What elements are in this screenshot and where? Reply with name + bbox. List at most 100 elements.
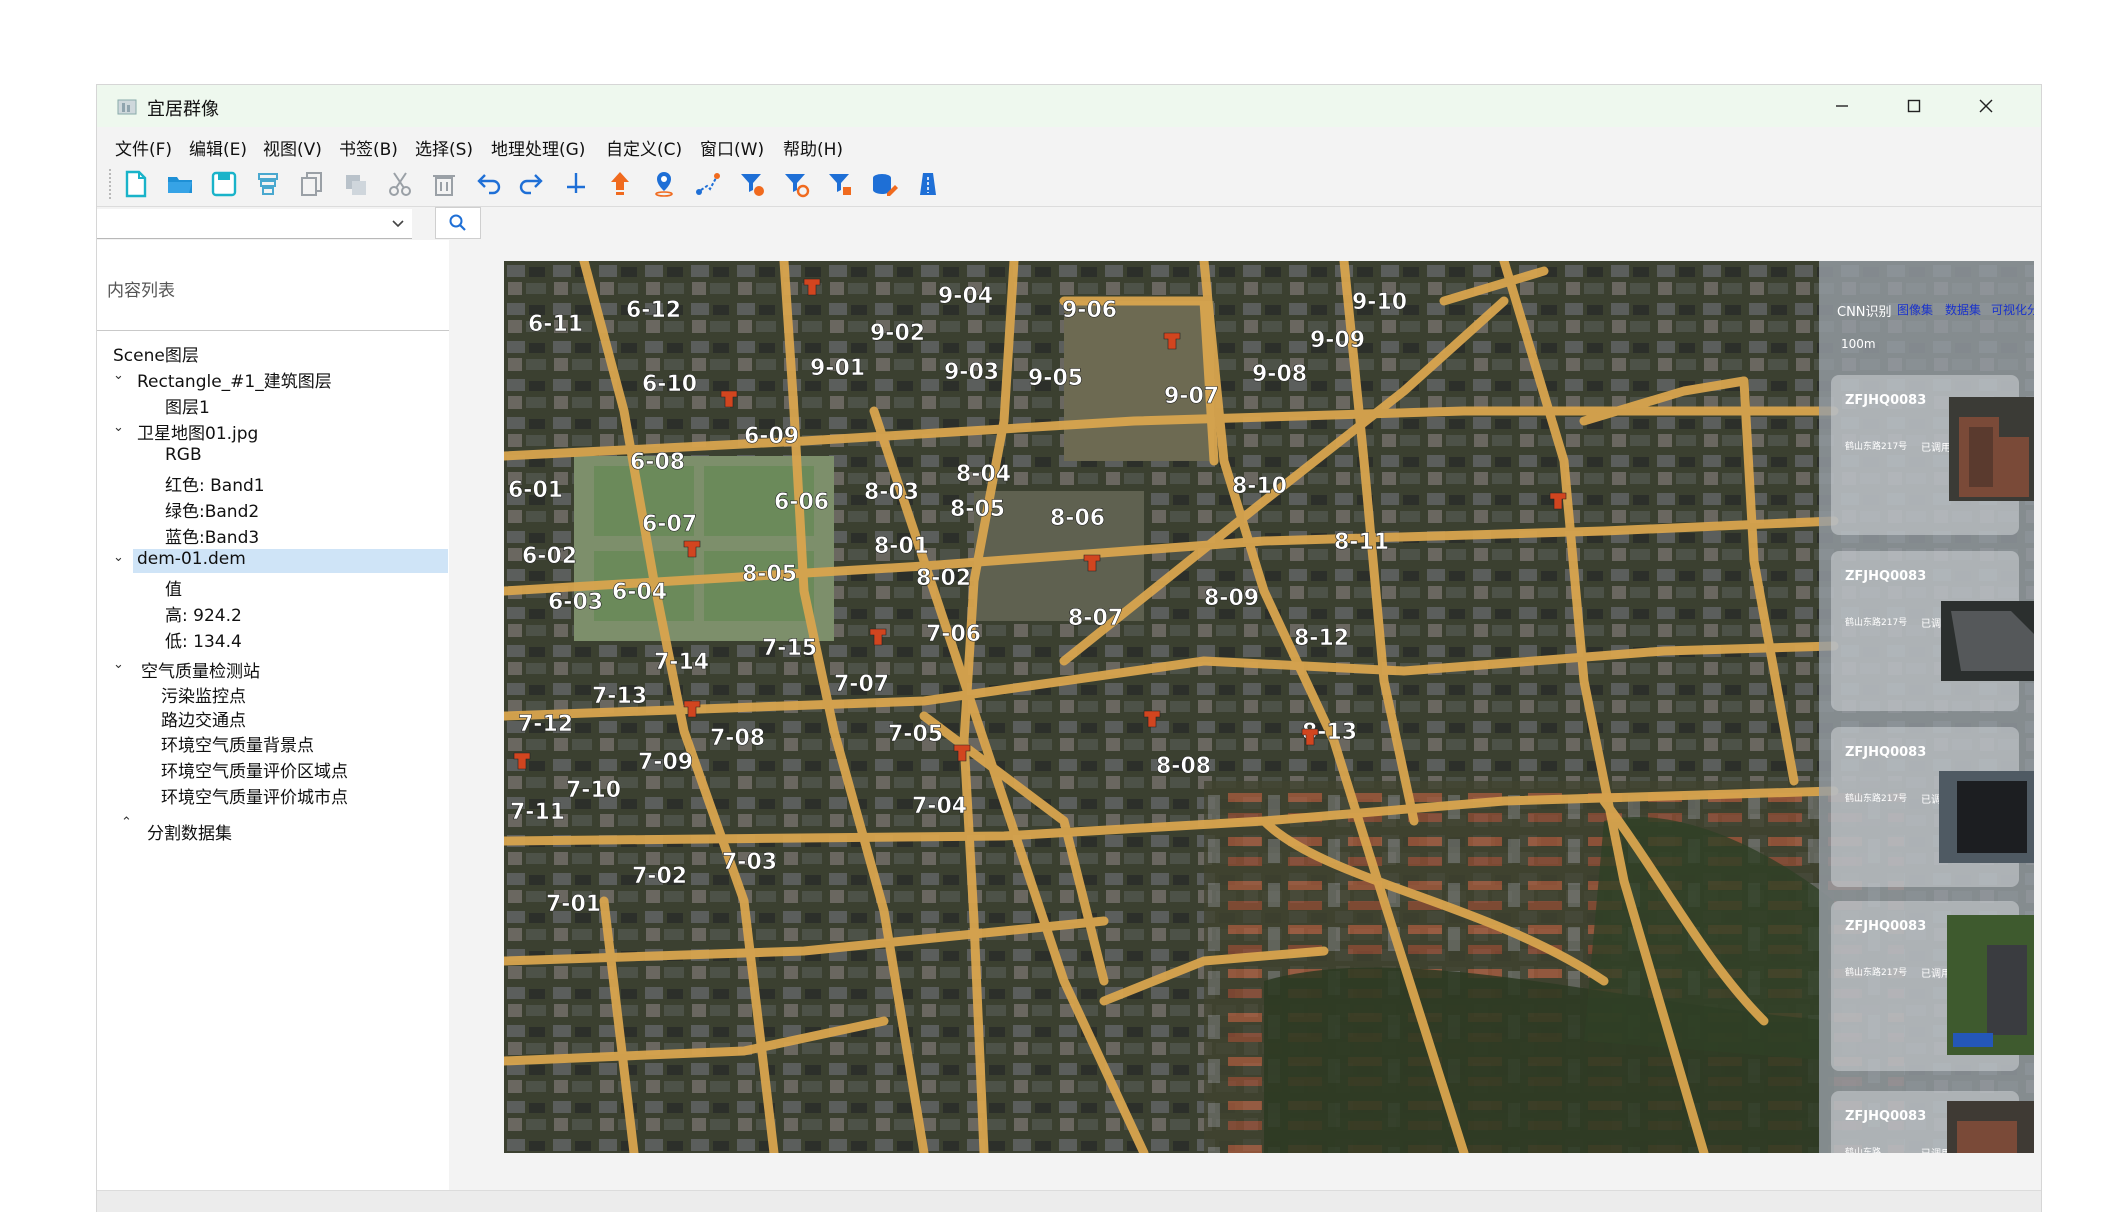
tab-visual-analysis[interactable]: 可视化分析 xyxy=(1991,301,2034,318)
chevron-down-icon[interactable]: ⌄ xyxy=(113,657,124,672)
menu-window[interactable]: 窗口(W) xyxy=(700,135,764,160)
undo-button[interactable] xyxy=(471,167,505,201)
result-card[interactable]: ZFJHQ0083 鹤山东路217号 已调用 xyxy=(1831,901,2034,1071)
card-address: 鹤山东路217号 xyxy=(1845,968,1908,978)
menu-view[interactable]: 视图(V) xyxy=(263,135,322,160)
search-button[interactable] xyxy=(435,207,481,239)
tree-node-layer1[interactable]: 图层1 xyxy=(165,393,210,418)
chevron-down-icon[interactable]: ⌄ xyxy=(113,368,124,383)
menu-bar: 文件(F) 编辑(E) 视图(V) 书签(B) 选择(S) 地理处理(G) 自定… xyxy=(97,127,2041,161)
block-label: 7-06 xyxy=(926,622,981,647)
menu-file[interactable]: 文件(F) xyxy=(115,135,172,160)
search-icon xyxy=(449,214,466,231)
title-bar: 宜居群像 xyxy=(97,85,2041,127)
filter-stack-button[interactable] xyxy=(735,167,769,201)
block-label: 7-08 xyxy=(710,726,765,751)
toolbar xyxy=(97,161,2041,207)
result-card[interactable]: ZFJHQ0083 鹤山东路217号 已调用 xyxy=(1831,551,2034,711)
menu-bookmark[interactable]: 书签(B) xyxy=(339,135,398,160)
layer-combo[interactable] xyxy=(97,209,412,239)
pin-down-button[interactable] xyxy=(559,167,593,201)
location-button[interactable] xyxy=(647,167,681,201)
tree-node-pollution-point[interactable]: 污染监控点 xyxy=(161,682,246,707)
block-label: 9-10 xyxy=(1352,290,1407,315)
menu-select[interactable]: 选择(S) xyxy=(415,135,473,160)
block-label: 7-15 xyxy=(762,636,817,661)
tree-node-satellite-map[interactable]: 卫星地图01.jpg xyxy=(137,419,258,444)
satellite-map[interactable]: 6-11 6-12 9-04 9-06 9-10 9-02 9-09 9-01 9-03 9-05… xyxy=(504,261,2034,1153)
satellite-map-view[interactable]: 6-11 6-12 9-04 9-06 9-10 9-02 9-09 9-01 9-03 9-05… xyxy=(504,261,2034,1153)
card-address: 鹤山东路 xyxy=(1845,1148,1882,1153)
pin-down-icon xyxy=(567,173,585,193)
tab-image-set[interactable]: 图像集 xyxy=(1897,301,1933,318)
tree-node-dem[interactable]: dem-01.dem xyxy=(137,549,246,569)
upload-button[interactable] xyxy=(603,167,637,201)
layer-stack-button[interactable] xyxy=(251,167,285,201)
ruler-button[interactable] xyxy=(911,167,945,201)
filter-edit-button[interactable] xyxy=(779,167,813,201)
save-button[interactable] xyxy=(207,167,241,201)
paste-icon xyxy=(346,175,366,195)
minimize-icon xyxy=(1836,105,1848,107)
result-card[interactable]: ZFJHQ0083 鹤山东路217号 已调用 xyxy=(1831,375,2034,535)
app-icon xyxy=(117,99,137,115)
tab-cnn[interactable]: CNN识别 xyxy=(1837,301,1892,320)
paste-button[interactable] xyxy=(339,167,373,201)
block-label: 8-12 xyxy=(1294,626,1349,651)
chevron-down-icon[interactable]: ⌄ xyxy=(113,550,124,565)
building-thumbnail xyxy=(1949,397,2034,501)
block-label: 7-10 xyxy=(566,778,621,803)
route-button[interactable] xyxy=(691,167,725,201)
tree-node-segment-dataset[interactable]: 分割数据集 xyxy=(147,819,232,844)
delete-button[interactable] xyxy=(427,167,461,201)
block-label: 8-05 xyxy=(742,562,797,587)
block-label: 8-03 xyxy=(864,480,919,505)
building-thumbnail xyxy=(1947,915,2034,1055)
block-label: 6-10 xyxy=(642,372,697,397)
chevron-up-icon[interactable]: ⌃ xyxy=(121,815,132,830)
redo-icon xyxy=(519,174,543,195)
toolbar-grip[interactable] xyxy=(109,169,111,199)
menu-customize[interactable]: 自定义(C) xyxy=(606,135,682,160)
block-label: 6-08 xyxy=(630,450,685,475)
new-file-button[interactable] xyxy=(119,167,153,201)
open-button[interactable] xyxy=(163,167,197,201)
copy-button[interactable] xyxy=(295,167,329,201)
result-card[interactable]: ZFJHQ0083 鹤山东路 已调用 xyxy=(1831,1091,2034,1153)
route-icon xyxy=(696,173,720,195)
filter-button[interactable] xyxy=(823,167,857,201)
tree-node-building-layer[interactable]: Rectangle_#1_建筑图层 xyxy=(137,367,332,392)
tree-node-rgb: RGB xyxy=(165,445,202,465)
menu-edit[interactable]: 编辑(E) xyxy=(189,135,247,160)
close-icon xyxy=(1979,99,1993,113)
result-card[interactable]: ZFJHQ0083 鹤山东路217号 已调用 xyxy=(1831,727,2034,887)
tree-node-regional-point[interactable]: 环境空气质量评价区域点 xyxy=(161,757,348,782)
block-label: 6-04 xyxy=(612,580,667,605)
tree-node-air-quality[interactable]: 空气质量检测站 xyxy=(141,657,260,682)
maximize-icon xyxy=(1907,99,1921,113)
redo-button[interactable] xyxy=(515,167,549,201)
block-label: 7-04 xyxy=(912,794,967,819)
database-edit-icon xyxy=(873,174,898,196)
block-label: 8-01 xyxy=(874,534,929,559)
tree-node-traffic-point[interactable]: 路边交通点 xyxy=(161,706,246,731)
location-pin-icon xyxy=(655,172,673,197)
menu-help[interactable]: 帮助(H) xyxy=(783,135,843,160)
maximize-button[interactable] xyxy=(1885,91,1943,121)
database-edit-button[interactable] xyxy=(867,167,901,201)
tree-node-dem-value: 值 xyxy=(165,580,182,600)
tree-node-city-point[interactable]: 环境空气质量评价城市点 xyxy=(161,783,348,808)
tree-root[interactable]: Scene图层 xyxy=(113,341,199,366)
chevron-down-icon[interactable]: ⌄ xyxy=(113,420,124,435)
tree-node-band-red: 红色: Band1 xyxy=(165,476,265,496)
tree-node-background-point[interactable]: 环境空气质量背景点 xyxy=(161,731,314,756)
minimize-button[interactable] xyxy=(1813,91,1871,121)
tab-dataset[interactable]: 数据集 xyxy=(1945,301,1981,318)
cut-button[interactable] xyxy=(383,167,417,201)
menu-geoprocessing[interactable]: 地理处理(G) xyxy=(491,135,585,160)
status-bar xyxy=(97,1190,2041,1212)
save-icon xyxy=(211,171,237,197)
block-label: 8-06 xyxy=(1050,506,1105,531)
card-address: 鹤山东路217号 xyxy=(1845,442,1908,452)
close-button[interactable] xyxy=(1957,91,2015,121)
